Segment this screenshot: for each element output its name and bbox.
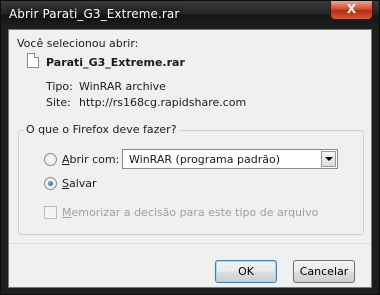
save-radio[interactable]	[44, 177, 57, 190]
dropdown-button[interactable]	[321, 151, 336, 167]
title-bar[interactable]: Abrir Parati_G3_Extreme.rar X	[1, 1, 379, 28]
intro-text: Você selecionou abrir:	[17, 37, 139, 50]
action-group-legend: O que o Firefox deve fazer?	[24, 123, 179, 136]
remember-checkbox[interactable]	[44, 206, 57, 219]
open-with-label-text: brir com:	[69, 153, 120, 166]
open-with-accesskey: A	[62, 153, 70, 166]
open-with-radio[interactable]	[44, 153, 57, 166]
dialog-window: Abrir Parati_G3_Extreme.rar X Você selec…	[0, 0, 380, 295]
ok-button[interactable]: OK	[215, 260, 277, 283]
type-label: Tipo:	[46, 80, 73, 93]
remember-label[interactable]: Memorizar a decisão para este tipo de ar…	[62, 206, 318, 219]
save-label-text: alvar	[68, 177, 97, 190]
save-accesskey: S	[62, 177, 69, 190]
site-value: http://rs168cg.rapidshare.com	[79, 96, 247, 109]
chevron-down-icon	[324, 157, 333, 161]
remember-accesskey: M	[62, 206, 72, 219]
remember-label-text: emorizar a decisão para este tipo de arq…	[71, 206, 319, 219]
open-with-label[interactable]: Abrir com:	[62, 153, 119, 166]
dialog-body: Você selecionou abrir: Parati_G3_Extreme…	[8, 29, 372, 288]
application-select-value: WinRAR (programa padrão)	[129, 153, 280, 166]
close-button[interactable]: X	[330, 1, 373, 20]
footer-separator	[9, 243, 371, 244]
file-icon	[27, 53, 39, 68]
application-select[interactable]: WinRAR (programa padrão)	[122, 149, 338, 169]
cancel-button[interactable]: Cancelar	[293, 260, 355, 283]
window-title: Abrir Parati_G3_Extreme.rar	[9, 7, 180, 21]
file-name: Parati_G3_Extreme.rar	[46, 56, 185, 69]
type-value: WinRAR archive	[79, 80, 166, 93]
site-label: Site:	[46, 96, 71, 109]
save-label[interactable]: Salvar	[62, 177, 97, 190]
